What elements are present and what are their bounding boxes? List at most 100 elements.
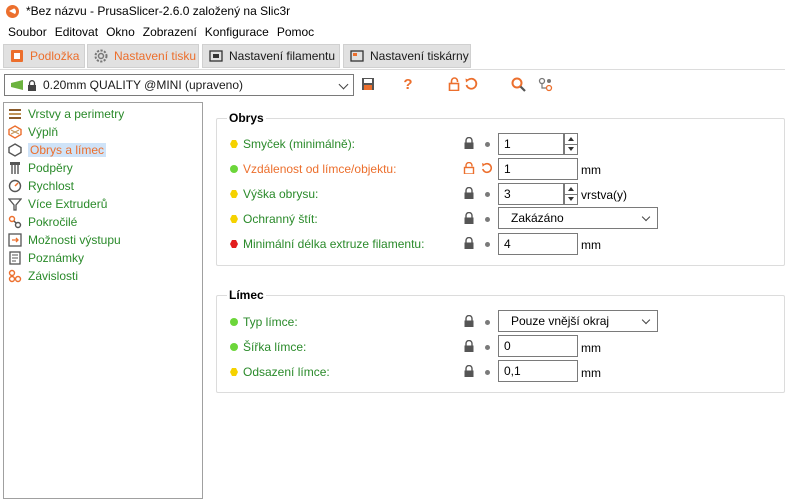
support-icon xyxy=(8,161,22,175)
save-icon[interactable] xyxy=(360,76,376,92)
tree-item-vice-extruderu[interactable]: Více Extruderů xyxy=(7,195,107,213)
tab-label: Nastavení tiskárny xyxy=(370,49,469,63)
setting-label: Ochranný štít: xyxy=(243,212,318,226)
tab-nastaveni-tiskarny[interactable]: Nastavení tiskárny xyxy=(343,44,471,68)
spool-icon xyxy=(209,49,223,63)
lock-icon[interactable] xyxy=(463,136,475,149)
setting-label: Minimální délka extruze filamentu: xyxy=(243,237,425,251)
skirt-height-input[interactable]: 3 xyxy=(498,183,564,205)
lock-icon[interactable] xyxy=(463,186,475,199)
mode-bullet-icon xyxy=(230,318,238,326)
plater-icon xyxy=(10,49,24,63)
preset-toolbar: 0.20mm QUALITY @MINI (upraveno) ? xyxy=(0,70,785,102)
select-value: Pouze vnější okraj xyxy=(511,314,610,328)
tree-item-pokrocile[interactable]: Pokročilé xyxy=(8,213,77,231)
chevron-down-icon xyxy=(641,315,651,325)
system-value-dot-icon xyxy=(485,242,490,247)
mode-bullet-icon xyxy=(230,343,238,351)
chevron-down-icon xyxy=(338,79,349,90)
lock-icon xyxy=(27,79,37,91)
unit-label: vrstva(y) xyxy=(581,188,627,202)
window-title: *Bez názvu - PrusaSlicer-2.6.0 založený … xyxy=(26,4,291,18)
question-icon[interactable]: ? xyxy=(400,76,416,93)
skirt-height-spinner[interactable] xyxy=(564,183,578,205)
group-title: Límec xyxy=(227,288,266,302)
lock-icon[interactable] xyxy=(463,339,475,352)
tree-item-zavislosti[interactable]: Závislosti xyxy=(8,267,78,285)
menu-soubor[interactable]: Soubor xyxy=(4,25,51,39)
tab-nastaveni-tisku[interactable]: Nastavení tisku xyxy=(87,44,199,68)
menu-okno[interactable]: Okno xyxy=(102,25,139,39)
chevron-down-icon xyxy=(641,212,651,222)
brim-type-select[interactable]: Pouze vnější okraj xyxy=(498,310,658,332)
menu-bar: Soubor Editovat Okno Zobrazení Konfigura… xyxy=(0,22,785,42)
tab-label: Podložka xyxy=(30,49,80,63)
notes-icon xyxy=(8,251,22,265)
menu-editovat[interactable]: Editovat xyxy=(51,25,102,39)
undo-icon[interactable] xyxy=(463,76,479,92)
system-value-dot-icon xyxy=(485,142,490,147)
tab-bar: Podložka Nastavení tisku Nastavení filam… xyxy=(0,42,785,70)
tree-item-vrstvy[interactable]: Vrstvy a perimetry xyxy=(8,105,124,123)
undo-icon[interactable] xyxy=(481,162,493,174)
gear-icon xyxy=(94,49,108,63)
system-value-dot-icon xyxy=(485,345,490,350)
setting-label: Výška obrysu: xyxy=(243,187,319,201)
tree-item-moznosti-vystupu[interactable]: Možnosti výstupu xyxy=(8,231,121,249)
skirts-spinner[interactable] xyxy=(564,133,578,155)
brim-separation-input[interactable]: 0,1 xyxy=(498,360,578,382)
unit-label: mm xyxy=(581,341,601,355)
output-icon xyxy=(8,233,22,247)
lock-icon[interactable] xyxy=(463,211,475,224)
menu-zobrazeni[interactable]: Zobrazení xyxy=(139,25,201,39)
setting-label: Smyček (minimálně): xyxy=(243,137,356,151)
unit-label: mm xyxy=(581,238,601,252)
menu-konfigurace[interactable]: Konfigurace xyxy=(201,25,273,39)
print-preset-select[interactable]: 0.20mm QUALITY @MINI (upraveno) xyxy=(4,74,354,96)
tab-podlozka[interactable]: Podložka xyxy=(3,44,85,68)
system-value-dot-icon xyxy=(485,320,490,325)
infill-icon xyxy=(8,125,22,139)
unit-label: mm xyxy=(581,366,601,380)
title-bar: *Bez názvu - PrusaSlicer-2.6.0 založený … xyxy=(0,0,785,22)
tree-item-poznamky[interactable]: Poznámky xyxy=(8,249,84,267)
search-icon[interactable] xyxy=(510,76,526,92)
setting-label: Typ límce: xyxy=(243,315,298,329)
lock-open-icon[interactable] xyxy=(463,161,475,175)
speed-icon xyxy=(8,179,22,193)
tree-item-rychlost[interactable]: Rychlost xyxy=(8,177,74,195)
setting-label: Odsazení límce: xyxy=(243,365,330,379)
setting-label: Vzdálenost od límce/objektu: xyxy=(243,162,397,176)
system-value-dot-icon xyxy=(485,217,490,222)
tab-label: Nastavení filamentu xyxy=(229,49,336,63)
unit-label: mm xyxy=(581,163,601,177)
tree-item-vypln[interactable]: Výplň xyxy=(8,123,58,141)
system-value-dot-icon xyxy=(485,370,490,375)
lock-icon[interactable] xyxy=(463,236,475,249)
settings-tree: Vrstvy a perimetry Výplň Obrys a límec P… xyxy=(3,102,203,499)
min-skirt-length-input[interactable]: 4 xyxy=(498,233,578,255)
skirt-distance-input[interactable]: 1 xyxy=(498,158,578,180)
flag-icon xyxy=(11,80,23,90)
tree-item-obrys-a-limec[interactable]: Obrys a límec xyxy=(8,141,107,159)
prusaslicer-logo-icon xyxy=(6,4,19,18)
printer-icon xyxy=(350,49,364,63)
skirts-input[interactable]: 1 xyxy=(498,133,564,155)
wrench-icon xyxy=(8,215,22,229)
draft-shield-select[interactable]: Zakázáno xyxy=(498,207,658,229)
preset-name: 0.20mm QUALITY @MINI (upraveno) xyxy=(43,78,244,92)
menu-pomoc[interactable]: Pomoc xyxy=(273,25,318,39)
tab-nastaveni-filamentu[interactable]: Nastavení filamentu xyxy=(202,44,340,68)
mode-bullet-icon xyxy=(230,165,238,173)
lock-icon[interactable] xyxy=(463,314,475,327)
lock-open-icon[interactable] xyxy=(447,76,463,92)
funnel-icon xyxy=(7,197,23,211)
tab-label: Nastavení tisku xyxy=(114,49,197,63)
lock-icon[interactable] xyxy=(463,364,475,377)
skirt-icon xyxy=(8,143,22,157)
brim-width-input[interactable]: 0 xyxy=(498,335,578,357)
compare-icon[interactable] xyxy=(537,76,553,92)
group-title: Obrys xyxy=(227,111,266,125)
dependencies-icon xyxy=(8,269,22,283)
tree-item-podpery[interactable]: Podpěry xyxy=(8,159,73,177)
